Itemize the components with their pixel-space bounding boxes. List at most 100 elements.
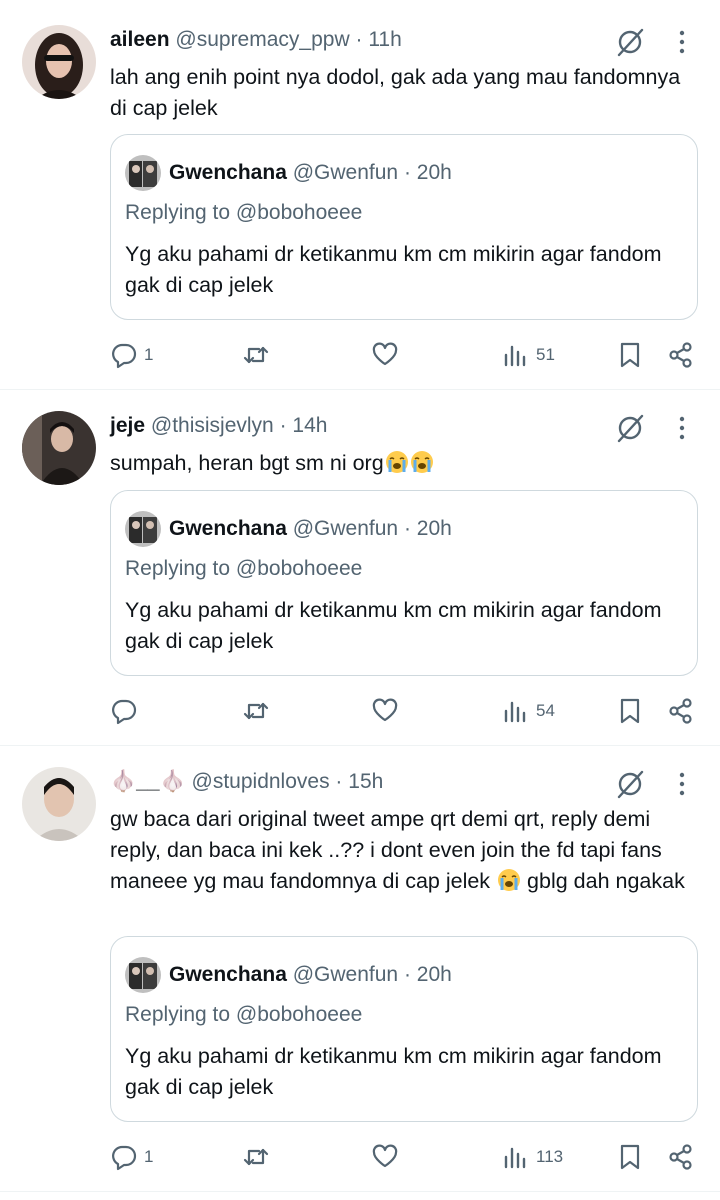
like-button[interactable] bbox=[371, 1137, 399, 1177]
quote-display-name: Gwenchana bbox=[169, 517, 287, 540]
action-bar: 1 51 bbox=[0, 335, 720, 375]
quote-display-name: Gwenchana bbox=[169, 161, 287, 184]
like-button[interactable] bbox=[371, 691, 399, 731]
share-button[interactable] bbox=[667, 1137, 695, 1177]
tweet[interactable]: 🧄__🧄 @stupidnloves · 15h gw baca dari or… bbox=[0, 746, 720, 1192]
reply-button[interactable]: 1 bbox=[110, 1137, 153, 1177]
reply-count: 1 bbox=[144, 1147, 154, 1166]
quote-timestamp: 20h bbox=[416, 517, 452, 540]
retweet-icon bbox=[243, 346, 269, 364]
heart-icon bbox=[372, 698, 398, 722]
quote-avatar bbox=[125, 511, 161, 547]
retweet-icon bbox=[243, 702, 269, 720]
views-icon bbox=[504, 1147, 526, 1169]
handle[interactable]: @supremacy_ppw bbox=[175, 28, 349, 51]
quoted-tweet[interactable]: Gwenchana @Gwenfun · 20h Replying to @bo… bbox=[110, 490, 698, 676]
handle[interactable]: @thisisjevlyn bbox=[151, 414, 274, 437]
grok-icon[interactable] bbox=[614, 412, 646, 444]
quote-avatar bbox=[125, 957, 161, 993]
bookmark-button[interactable] bbox=[616, 691, 644, 731]
views-count: 51 bbox=[536, 345, 555, 364]
views-icon bbox=[504, 701, 526, 723]
avatar[interactable] bbox=[22, 767, 96, 841]
share-button[interactable] bbox=[667, 691, 695, 731]
tweet[interactable]: aileen @supremacy_ppw · 11h lah ang enih… bbox=[0, 0, 720, 390]
like-button[interactable] bbox=[371, 335, 399, 375]
tweet-text: lah ang enih point nya dodol, gak ada ya… bbox=[110, 65, 681, 120]
tweet-text-content: sumpah, heran bgt sm ni org bbox=[110, 451, 384, 475]
quote-header: Gwenchana @Gwenfun · 20h bbox=[169, 961, 452, 989]
separator: · bbox=[403, 963, 411, 986]
tweet-header: 🧄__🧄 @stupidnloves · 15h bbox=[110, 767, 630, 797]
reply-icon bbox=[112, 1145, 137, 1171]
quote-handle: @Gwenfun bbox=[292, 963, 399, 986]
views-button[interactable]: 54 bbox=[502, 691, 555, 731]
share-icon bbox=[669, 1144, 692, 1170]
separator: · bbox=[355, 28, 363, 51]
retweet-button[interactable] bbox=[242, 1137, 270, 1177]
retweet-button[interactable] bbox=[242, 335, 270, 375]
loudly-crying-face-emoji bbox=[498, 869, 521, 891]
replying-to: Replying to @bobohoeee bbox=[125, 201, 363, 224]
tweet-text: sumpah, heran bgt sm ni org bbox=[110, 448, 700, 479]
action-bar: 1 113 bbox=[0, 1137, 720, 1177]
avatar[interactable] bbox=[22, 411, 96, 485]
separator: · bbox=[335, 770, 343, 793]
replying-to: Replying to @bobohoeee bbox=[125, 557, 363, 580]
quote-handle: @Gwenfun bbox=[292, 161, 399, 184]
more-icon[interactable] bbox=[670, 26, 694, 58]
share-button[interactable] bbox=[667, 335, 695, 375]
display-name[interactable]: aileen bbox=[110, 28, 170, 51]
views-count: 113 bbox=[536, 1147, 564, 1166]
quote-timestamp: 20h bbox=[416, 161, 452, 184]
share-icon bbox=[669, 342, 692, 368]
views-icon bbox=[504, 345, 526, 367]
timestamp[interactable]: 11h bbox=[368, 28, 401, 51]
views-button[interactable]: 113 bbox=[502, 1137, 563, 1177]
timestamp[interactable]: 14h bbox=[292, 414, 327, 437]
separator: · bbox=[279, 414, 287, 437]
reply-icon bbox=[112, 699, 137, 725]
display-name[interactable]: __ bbox=[136, 770, 159, 793]
quote-header: Gwenchana @Gwenfun · 20h bbox=[169, 515, 452, 543]
heart-icon bbox=[372, 1144, 398, 1168]
bookmark-icon bbox=[620, 342, 640, 368]
quote-text: Yg aku pahami dr ketikanmu km cm mikirin… bbox=[125, 1044, 662, 1099]
grok-icon[interactable] bbox=[614, 768, 646, 800]
quote-text: Yg aku pahami dr ketikanmu km cm mikirin… bbox=[125, 242, 662, 297]
quote-text: Yg aku pahami dr ketikanmu km cm mikirin… bbox=[125, 598, 662, 653]
tweet[interactable]: jeje @thisisjevlyn · 14h sumpah, heran b… bbox=[0, 390, 720, 746]
reply-button[interactable]: 1 bbox=[110, 335, 153, 375]
heart-icon bbox=[372, 342, 398, 366]
tweet-text: gw baca dari original tweet ampe qrt dem… bbox=[110, 804, 695, 897]
separator: · bbox=[403, 161, 411, 184]
grok-icon[interactable] bbox=[614, 26, 646, 58]
quote-header: Gwenchana @Gwenfun · 20h bbox=[169, 159, 452, 187]
views-button[interactable]: 51 bbox=[502, 335, 555, 375]
views-count: 54 bbox=[536, 701, 555, 720]
reply-button[interactable] bbox=[110, 691, 144, 731]
tweet-header: jeje @thisisjevlyn · 14h bbox=[110, 411, 630, 441]
retweet-button[interactable] bbox=[242, 691, 270, 731]
bookmark-button[interactable] bbox=[616, 1137, 644, 1177]
bookmark-icon bbox=[620, 698, 640, 724]
timestamp[interactable]: 15h bbox=[348, 770, 383, 793]
avatar[interactable] bbox=[22, 25, 96, 99]
garlic-emoji-left: 🧄 bbox=[110, 770, 137, 793]
quote-avatar bbox=[125, 155, 161, 191]
share-icon bbox=[669, 698, 692, 724]
loudly-crying-face-emoji bbox=[410, 451, 433, 473]
more-icon[interactable] bbox=[670, 412, 694, 444]
separator: · bbox=[403, 517, 411, 540]
quoted-tweet[interactable]: Gwenchana @Gwenfun · 20h Replying to @bo… bbox=[110, 936, 698, 1122]
bookmark-icon bbox=[620, 1144, 640, 1170]
display-name[interactable]: jeje bbox=[110, 414, 145, 437]
quote-display-name: Gwenchana bbox=[169, 963, 287, 986]
more-icon[interactable] bbox=[670, 768, 694, 800]
reply-count: 1 bbox=[144, 345, 154, 364]
quoted-tweet[interactable]: Gwenchana @Gwenfun · 20h Replying to @bo… bbox=[110, 134, 698, 320]
bookmark-button[interactable] bbox=[616, 335, 644, 375]
handle[interactable]: @stupidnloves bbox=[192, 770, 330, 793]
tweet-text-continuation: gblg dah ngakak bbox=[527, 869, 685, 893]
garlic-emoji-right: 🧄 bbox=[159, 770, 186, 793]
